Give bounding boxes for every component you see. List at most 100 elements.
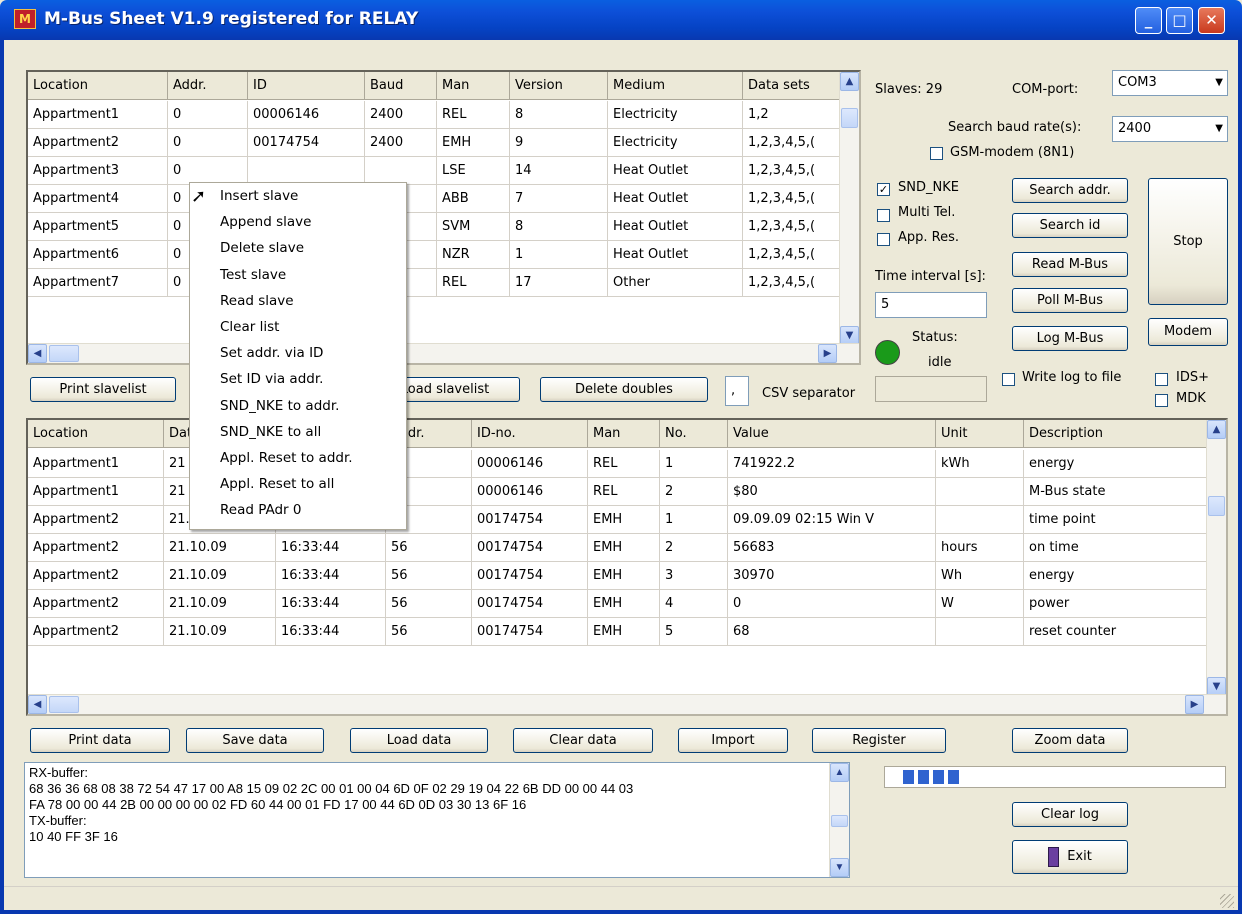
table-row[interactable]: Appartment1 0 00006146 2400 REL 8 Electricity 1… xyxy=(28,101,841,129)
table-row[interactable]: Appartment221.10.0916:33:445600174754EMH… xyxy=(28,562,1208,590)
scroll-up-icon[interactable]: ▲ xyxy=(1207,420,1226,439)
scroll-thumb[interactable] xyxy=(831,815,848,827)
context-menu-item[interactable]: SND_NKE to all xyxy=(190,419,406,445)
table-row[interactable]: Appartment221.10.0916:33:445600174754EMH… xyxy=(28,590,1208,618)
exit-button[interactable]: Exit xyxy=(1012,840,1128,874)
com-port-select[interactable]: COM3 ▼ xyxy=(1112,70,1228,96)
snd-nke-checkbox[interactable]: ✓ xyxy=(877,183,890,196)
maximize-button[interactable]: □ xyxy=(1166,7,1193,34)
scroll-thumb[interactable] xyxy=(841,108,858,128)
search-baud-select[interactable]: 2400 ▼ xyxy=(1112,116,1228,142)
load-data-button[interactable]: Load data xyxy=(350,728,488,753)
table-row[interactable]: Appartment5 0 SVM 8 Heat Outlet 1,2,3,4,5,( xyxy=(28,213,841,241)
chevron-down-icon[interactable]: ▼ xyxy=(1215,117,1223,141)
slave-column-header[interactable]: Man xyxy=(437,72,510,99)
zoom-data-button[interactable]: Zoom data xyxy=(1012,728,1128,753)
delete-doubles-button[interactable]: Delete doubles xyxy=(540,377,708,402)
data-column-header[interactable]: ID-no. xyxy=(472,420,588,447)
data-table-hscroll[interactable]: ◀ ▶ xyxy=(28,694,1226,714)
scroll-thumb[interactable] xyxy=(1208,496,1225,516)
context-menu-item[interactable]: Test slave xyxy=(190,262,406,288)
print-data-button[interactable]: Print data xyxy=(30,728,170,753)
data-column-header[interactable]: Unit xyxy=(936,420,1024,447)
scroll-thumb[interactable] xyxy=(49,696,79,713)
context-menu-item[interactable]: SND_NKE to addr. xyxy=(190,393,406,419)
table-cell: 1 xyxy=(660,506,728,533)
table-row[interactable]: Appartment2 0 00174754 2400 EMH 9 Electricity 1… xyxy=(28,129,841,157)
scroll-left-icon[interactable]: ◀ xyxy=(28,695,47,714)
modem-button[interactable]: Modem xyxy=(1148,318,1228,346)
poll-mbus-button[interactable]: Poll M-Bus xyxy=(1012,288,1128,313)
context-menu-item[interactable]: Insert slave xyxy=(190,183,406,209)
slave-column-header[interactable]: Location xyxy=(28,72,168,99)
slave-table-hscroll[interactable]: ◀ ▶ xyxy=(28,343,859,363)
multi-tel-checkbox[interactable] xyxy=(877,209,890,222)
table-cell: REL xyxy=(437,269,510,296)
table-row[interactable]: Appartment6 0 NZR 1 Heat Outlet 1,2,3,4,5,( xyxy=(28,241,841,269)
scroll-right-icon[interactable]: ▶ xyxy=(1185,695,1204,714)
stop-button[interactable]: Stop xyxy=(1148,178,1228,305)
scroll-down-icon[interactable]: ▼ xyxy=(830,858,849,877)
chevron-down-icon[interactable]: ▼ xyxy=(1215,71,1223,95)
title-bar[interactable]: M M-Bus Sheet V1.9 registered for RELAY … xyxy=(0,0,1242,40)
scroll-thumb[interactable] xyxy=(49,345,79,362)
app-res-checkbox[interactable] xyxy=(877,233,890,246)
clear-data-button[interactable]: Clear data xyxy=(513,728,653,753)
resize-grip-icon[interactable] xyxy=(1220,894,1234,908)
scroll-left-icon[interactable]: ◀ xyxy=(28,344,47,363)
data-column-header[interactable]: Location xyxy=(28,420,164,447)
table-cell: Appartment1 xyxy=(28,101,168,128)
context-menu-item[interactable]: Set ID via addr. xyxy=(190,366,406,392)
log-mbus-button[interactable]: Log M-Bus xyxy=(1012,326,1128,351)
table-row[interactable]: Appartment221.10.0916:33:445600174754EMH… xyxy=(28,618,1208,646)
context-menu-item[interactable]: Read PAdr 0 xyxy=(190,497,406,523)
context-menu-item[interactable]: Set addr. via ID xyxy=(190,340,406,366)
context-menu-item[interactable]: Clear list xyxy=(190,314,406,340)
table-row[interactable]: Appartment221.10.0916:33:445600174754EMH… xyxy=(28,534,1208,562)
data-column-header[interactable]: Description xyxy=(1024,420,1208,447)
slave-column-header[interactable]: Addr. xyxy=(168,72,248,99)
context-menu-item[interactable]: Read slave xyxy=(190,288,406,314)
search-id-button[interactable]: Search id xyxy=(1012,213,1128,238)
data-column-header[interactable]: Value xyxy=(728,420,936,447)
slave-table[interactable]: Location Addr. ID Baud Man Version Medium Data … xyxy=(26,70,861,365)
slave-column-header[interactable]: Data sets xyxy=(743,72,841,99)
slave-table-vscroll[interactable]: ▲ ▼ xyxy=(839,72,859,345)
context-menu-item[interactable]: Delete slave xyxy=(190,235,406,261)
data-column-header[interactable]: Man xyxy=(588,420,660,447)
slave-table-header: Location Addr. ID Baud Man Version Medium Data … xyxy=(28,72,841,100)
table-row[interactable]: Appartment4 0 ABB 7 Heat Outlet 1,2,3,4,5,( xyxy=(28,185,841,213)
log-vscroll[interactable]: ▲ ▼ xyxy=(829,763,849,877)
table-row[interactable]: Appartment7 0 REL 17 Other 1,2,3,4,5,( xyxy=(28,269,841,297)
data-column-header[interactable]: No. xyxy=(660,420,728,447)
close-button[interactable]: ✕ xyxy=(1198,7,1225,34)
slave-column-header[interactable]: ID xyxy=(248,72,365,99)
search-addr-button[interactable]: Search addr. xyxy=(1012,178,1128,203)
context-menu-item[interactable]: Appl. Reset to addr. xyxy=(190,445,406,471)
save-data-button[interactable]: Save data xyxy=(186,728,324,753)
print-slavelist-button[interactable]: Print slavelist xyxy=(30,377,176,402)
minimize-button[interactable]: _ xyxy=(1135,7,1162,34)
ids-plus-checkbox[interactable] xyxy=(1155,373,1168,386)
clear-log-button[interactable]: Clear log xyxy=(1012,802,1128,827)
read-mbus-button[interactable]: Read M-Bus xyxy=(1012,252,1128,277)
table-cell: 9 xyxy=(510,129,608,156)
context-menu-item[interactable]: Append slave xyxy=(190,209,406,235)
context-menu-item[interactable]: Appl. Reset to all xyxy=(190,471,406,497)
write-log-checkbox[interactable] xyxy=(1002,373,1015,386)
mdk-checkbox[interactable] xyxy=(1155,394,1168,407)
csv-separator-input[interactable]: , xyxy=(725,376,749,406)
scroll-up-icon[interactable]: ▲ xyxy=(830,763,849,782)
slave-column-header[interactable]: Baud xyxy=(365,72,437,99)
log-textbox[interactable]: RX-buffer: 68 36 36 68 08 38 72 54 47 17 … xyxy=(24,762,850,878)
scroll-right-icon[interactable]: ▶ xyxy=(818,344,837,363)
scroll-up-icon[interactable]: ▲ xyxy=(840,72,859,91)
table-row[interactable]: Appartment3 0 LSE 14 Heat Outlet 1,2,3,4,5,( xyxy=(28,157,841,185)
slave-column-header[interactable]: Version xyxy=(510,72,608,99)
slave-column-header[interactable]: Medium xyxy=(608,72,743,99)
gsm-modem-checkbox[interactable] xyxy=(930,147,943,160)
time-interval-input[interactable]: 5 xyxy=(875,292,987,318)
data-table-vscroll[interactable]: ▲ ▼ xyxy=(1206,420,1226,696)
register-button[interactable]: Register xyxy=(812,728,946,753)
import-button[interactable]: Import xyxy=(678,728,788,753)
